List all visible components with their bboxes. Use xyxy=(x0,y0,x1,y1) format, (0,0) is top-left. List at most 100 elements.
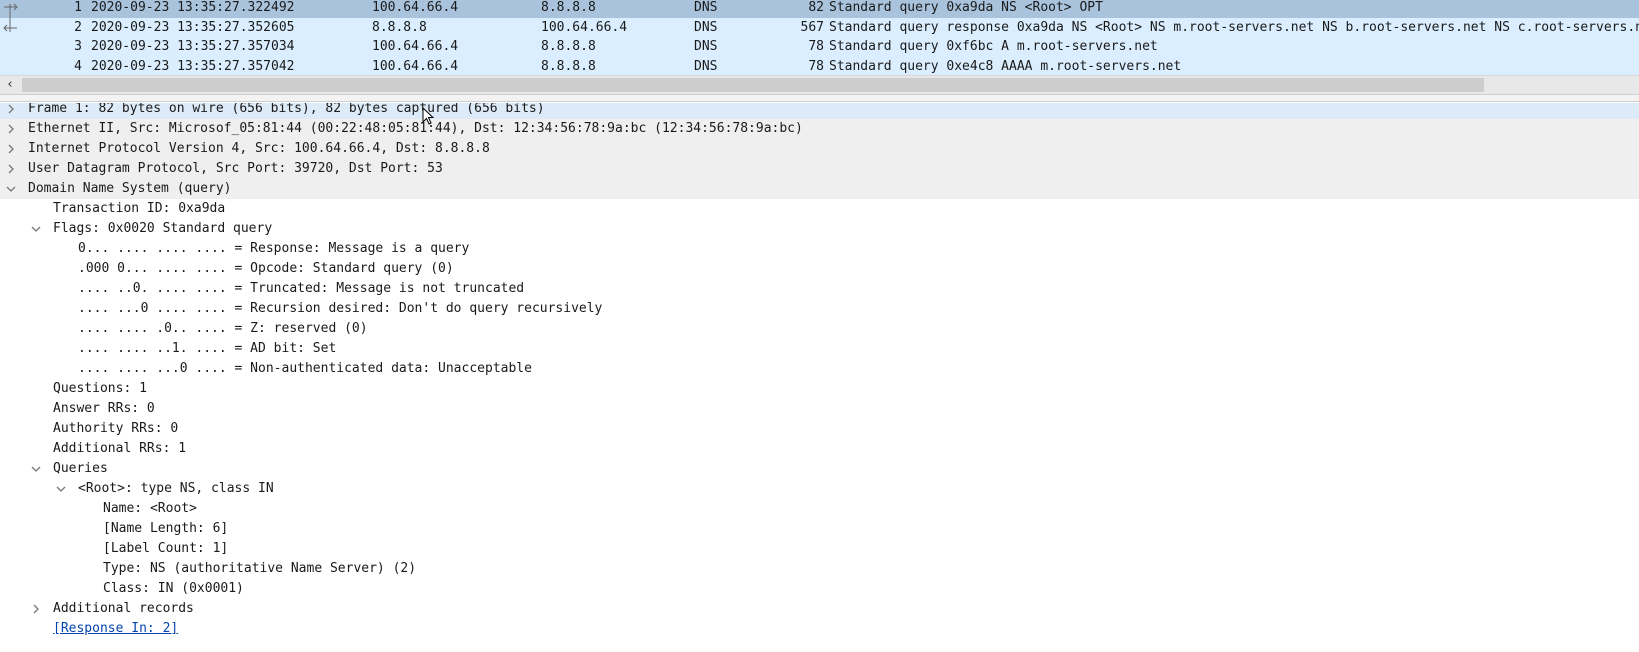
horizontal-scrollbar[interactable]: ‹ xyxy=(0,75,1639,94)
tree-item-udp[interactable]: User Datagram Protocol, Src Port: 39720,… xyxy=(0,159,1639,179)
packet-protocol: DNS xyxy=(694,19,718,35)
tree-item-query-class[interactable]: Class: IN (0x0001) xyxy=(0,579,1639,599)
tree-label: User Datagram Protocol, Src Port: 39720,… xyxy=(28,161,443,176)
tree-label: Domain Name System (query) xyxy=(28,181,232,196)
tree-item-flags[interactable]: Flags: 0x0020 Standard query xyxy=(0,219,1639,239)
tree-item-flag-ad[interactable]: .... .... ..1. .... = AD bit: Set xyxy=(0,339,1639,359)
scrollbar-thumb[interactable] xyxy=(22,78,1484,92)
tree-label: Name: <Root> xyxy=(103,501,197,516)
packet-no: 3 xyxy=(74,39,82,54)
tree-item-ethernet[interactable]: Ethernet II, Src: Microsof_05:81:44 (00:… xyxy=(0,119,1639,139)
related-packet-icon xyxy=(0,17,20,38)
tree-label: Type: NS (authoritative Name Server) (2) xyxy=(103,561,417,576)
packet-protocol: DNS xyxy=(694,58,718,74)
tree-item-flag-truncated[interactable]: .... ..0. .... .... = Truncated: Message… xyxy=(0,279,1639,299)
tree-label: Internet Protocol Version 4, Src: 100.64… xyxy=(28,141,490,156)
tree-item-frame[interactable]: Frame 1: 82 bytes on wire (656 bits), 82… xyxy=(0,103,1639,119)
packet-time: 2020-09-23 13:35:27.352605 xyxy=(91,19,295,35)
related-packet-icon xyxy=(0,0,20,18)
chevron-down-icon[interactable] xyxy=(31,219,45,239)
packet-time: 2020-09-23 13:35:27.357034 xyxy=(91,39,295,54)
pane-splitter[interactable] xyxy=(0,94,1639,102)
packet-length: 78 xyxy=(808,39,824,54)
packet-details-tree: Frame 1: 82 bytes on wire (656 bits), 82… xyxy=(0,103,1639,652)
packet-info: Standard query response 0xa9da NS <Root>… xyxy=(829,19,1639,35)
chevron-right-icon[interactable] xyxy=(6,159,20,179)
scroll-left-icon[interactable]: ‹ xyxy=(2,76,18,94)
tree-label: Additional records xyxy=(53,601,194,616)
tree-item-answer-rrs[interactable]: Answer RRs: 0 xyxy=(0,399,1639,419)
tree-label: Flags: 0x0020 Standard query xyxy=(53,221,273,236)
packet-row[interactable]: 4 2020-09-23 13:35:27.357042 100.64.66.4… xyxy=(0,56,1639,75)
packet-destination: 8.8.8.8 xyxy=(541,39,596,54)
tree-label: Frame 1: 82 bytes on wire (656 bits), 82… xyxy=(28,103,545,116)
packet-length: 82 xyxy=(808,0,824,15)
packet-list: 1 2020-09-23 13:35:27.322492 100.64.66.4… xyxy=(0,0,1639,75)
tree-item-query-type[interactable]: Type: NS (authoritative Name Server) (2) xyxy=(0,559,1639,579)
tree-label: Queries xyxy=(53,461,108,476)
tree-item-query-name-length[interactable]: [Name Length: 6] xyxy=(0,519,1639,539)
packet-protocol: DNS xyxy=(694,0,718,15)
tree-item-questions[interactable]: Questions: 1 xyxy=(0,379,1639,399)
tree-label: .... ...0 .... .... = Recursion desired:… xyxy=(78,301,603,316)
tree-label: Transaction ID: 0xa9da xyxy=(53,201,226,216)
tree-label: [Name Length: 6] xyxy=(103,521,229,536)
tree-item-additional-records[interactable]: Additional records xyxy=(0,599,1639,619)
packet-time: 2020-09-23 13:35:27.357042 xyxy=(91,58,295,74)
packet-row[interactable]: 2 2020-09-23 13:35:27.352605 8.8.8.8 100… xyxy=(0,17,1639,38)
tree-item-flag-response[interactable]: 0... .... .... .... = Response: Message … xyxy=(0,239,1639,259)
tree-label: <Root>: type NS, class IN xyxy=(78,481,274,496)
packet-destination: 100.64.66.4 xyxy=(541,19,628,35)
tree-item-authority-rrs[interactable]: Authority RRs: 0 xyxy=(0,419,1639,439)
tree-label: .000 0... .... .... = Opcode: Standard q… xyxy=(78,261,454,276)
chevron-down-icon[interactable] xyxy=(56,479,70,499)
packet-length: 78 xyxy=(808,58,824,74)
tree-label: .... ..0. .... .... = Truncated: Message… xyxy=(78,281,525,296)
tree-item-transaction-id[interactable]: Transaction ID: 0xa9da xyxy=(0,199,1639,219)
tree-item-query-name[interactable]: Name: <Root> xyxy=(0,499,1639,519)
chevron-right-icon[interactable] xyxy=(6,119,20,139)
tree-label: .... .... ..1. .... = AD bit: Set xyxy=(78,341,337,356)
tree-label: .... .... ...0 .... = Non-authenticated … xyxy=(78,361,532,376)
tree-label: Ethernet II, Src: Microsof_05:81:44 (00:… xyxy=(28,121,803,136)
response-in-link[interactable]: [Response In: 2] xyxy=(53,619,178,639)
packet-row[interactable]: 1 2020-09-23 13:35:27.322492 100.64.66.4… xyxy=(0,0,1639,18)
tree-item-flag-z[interactable]: .... .... .0.. .... = Z: reserved (0) xyxy=(0,319,1639,339)
packet-destination: 8.8.8.8 xyxy=(541,58,596,74)
tree-item-ip[interactable]: Internet Protocol Version 4, Src: 100.64… xyxy=(0,139,1639,159)
tree-item-additional-rrs[interactable]: Additional RRs: 1 xyxy=(0,439,1639,459)
tree-item-response-in[interactable]: [Response In: 2] xyxy=(0,619,1639,639)
tree-item-flag-opcode[interactable]: .000 0... .... .... = Opcode: Standard q… xyxy=(0,259,1639,279)
packet-protocol: DNS xyxy=(694,39,718,54)
packet-destination: 8.8.8.8 xyxy=(541,0,596,15)
tree-label: Class: IN (0x0001) xyxy=(103,581,244,596)
chevron-right-icon[interactable] xyxy=(6,103,20,119)
packet-info: Standard query 0xf6bc A m.root-servers.n… xyxy=(829,39,1158,54)
tree-item-flag-recursion[interactable]: .... ...0 .... .... = Recursion desired:… xyxy=(0,299,1639,319)
tree-label: Additional RRs: 1 xyxy=(53,441,187,456)
tree-label: Questions: 1 xyxy=(53,381,147,396)
packet-row[interactable]: 3 2020-09-23 13:35:27.357034 100.64.66.4… xyxy=(0,37,1639,57)
packet-source: 100.64.66.4 xyxy=(372,39,459,54)
tree-item-flag-nonauth[interactable]: .... .... ...0 .... = Non-authenticated … xyxy=(0,359,1639,379)
packet-no: 1 xyxy=(74,0,82,15)
tree-item-root-query[interactable]: <Root>: type NS, class IN xyxy=(0,479,1639,499)
tree-item-queries[interactable]: Queries xyxy=(0,459,1639,479)
packet-source: 100.64.66.4 xyxy=(372,0,459,15)
packet-no: 2 xyxy=(74,19,82,35)
packet-length: 567 xyxy=(800,19,824,35)
chevron-right-icon[interactable] xyxy=(6,139,20,159)
chevron-down-icon[interactable] xyxy=(6,179,20,199)
packet-time: 2020-09-23 13:35:27.322492 xyxy=(91,0,295,15)
tree-label: 0... .... .... .... = Response: Message … xyxy=(78,241,470,256)
tree-item-query-label-count[interactable]: [Label Count: 1] xyxy=(0,539,1639,559)
packet-source: 100.64.66.4 xyxy=(372,58,459,74)
chevron-right-icon[interactable] xyxy=(31,599,45,619)
packet-source: 8.8.8.8 xyxy=(372,19,427,35)
tree-label: [Label Count: 1] xyxy=(103,541,229,556)
packet-no: 4 xyxy=(74,58,82,74)
tree-label: .... .... .0.. .... = Z: reserved (0) xyxy=(78,321,368,336)
tree-item-dns[interactable]: Domain Name System (query) xyxy=(0,179,1639,199)
packet-info: Standard query 0xe4c8 AAAA m.root-server… xyxy=(829,58,1182,74)
chevron-down-icon[interactable] xyxy=(31,459,45,479)
